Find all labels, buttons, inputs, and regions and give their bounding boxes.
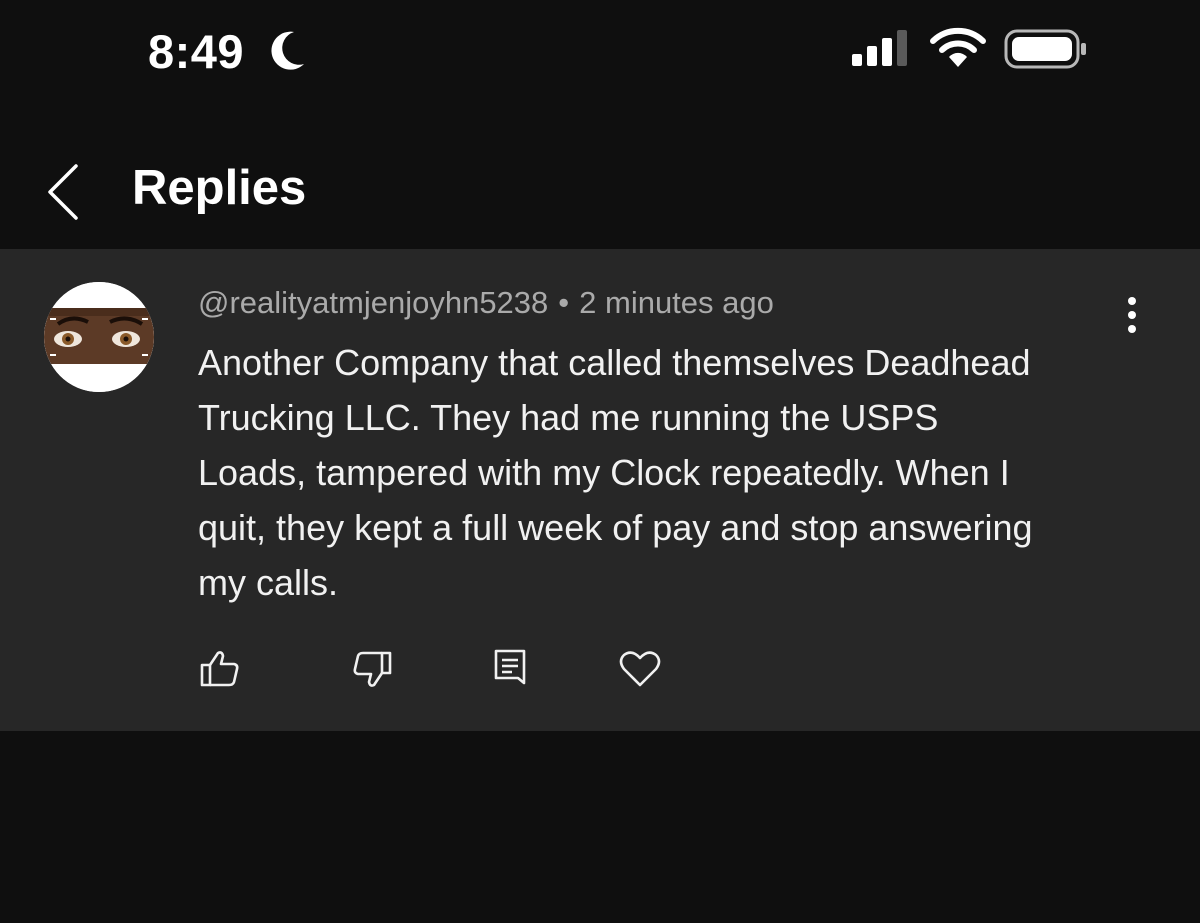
avatar-image — [44, 282, 154, 392]
status-bar: 8:49 — [0, 0, 1200, 100]
status-time: 8:49 — [148, 25, 245, 78]
meta-separator: • — [558, 285, 570, 320]
dislike-button[interactable] — [350, 647, 394, 691]
comment-actions — [198, 647, 718, 691]
comment-meta: @realityatmjenjoyhn5238 • 2 minutes ago — [198, 285, 774, 321]
reply-icon — [494, 649, 526, 685]
comment-text: Another Company that called themselves D… — [198, 342, 1033, 603]
more-vertical-icon[interactable] — [1114, 293, 1150, 337]
page-title: Replies — [132, 161, 307, 215]
chevron-left-icon[interactable] — [40, 160, 88, 224]
thumbs-up-icon — [200, 651, 239, 687]
heart-icon — [619, 651, 661, 687]
header: Replies — [0, 140, 1200, 248]
wifi-icon — [930, 27, 986, 67]
comment-author[interactable]: @realityatmjenjoyhn5238 — [198, 285, 548, 320]
comment-card: @realityatmjenjoyhn5238 • 2 minutes ago An… — [0, 249, 1200, 731]
reply-button[interactable] — [488, 647, 532, 691]
heart-button[interactable] — [618, 647, 662, 691]
battery-icon — [1004, 29, 1086, 69]
avatar[interactable] — [44, 282, 154, 392]
thumbs-down-icon — [353, 651, 392, 687]
like-button[interactable] — [198, 647, 242, 691]
signal-icon — [852, 30, 907, 66]
moon-icon — [271, 31, 304, 70]
comment-timestamp: 2 minutes ago — [579, 285, 774, 320]
